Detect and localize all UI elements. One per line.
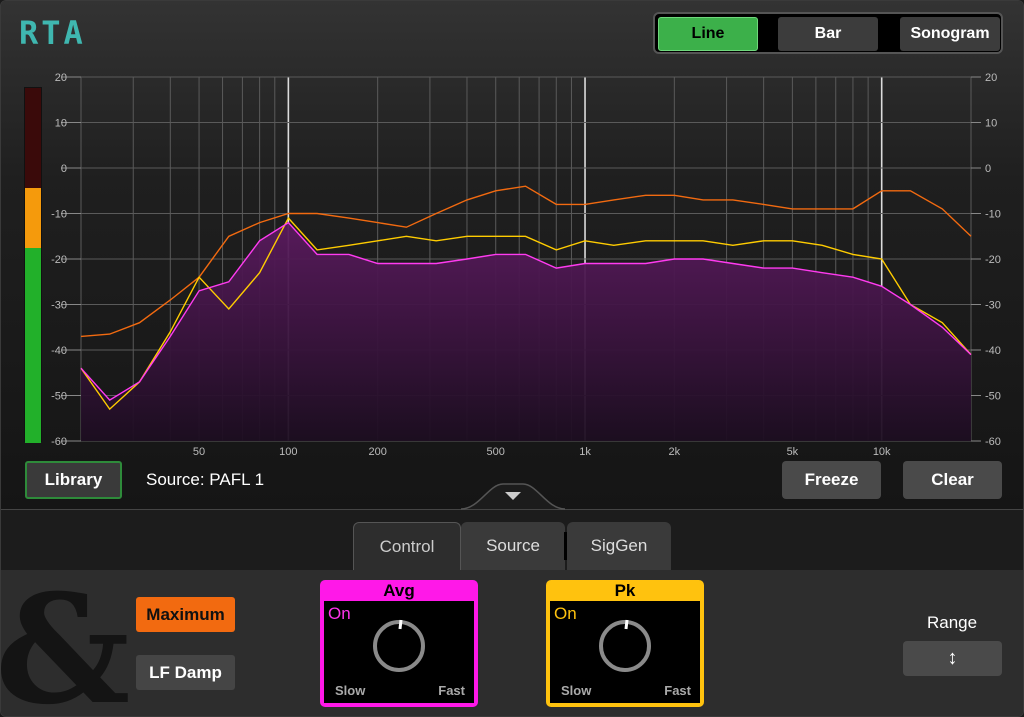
range-label: Range: [927, 613, 978, 632]
x-tick-label: 5k: [787, 446, 799, 458]
y-tick-label-left: 10: [55, 118, 67, 130]
lf-damp-button[interactable]: LF Damp: [136, 655, 235, 690]
avg-speed-knob[interactable]: [368, 615, 430, 677]
y-tick-label-left: 20: [55, 72, 67, 84]
collapse-handle[interactable]: [461, 476, 565, 510]
control-panel: [1, 570, 1023, 716]
y-tick-label-left: -10: [51, 209, 67, 221]
avg-slow-label: Slow: [335, 683, 366, 698]
y-tick-label-right: -60: [985, 436, 1001, 448]
avg-on-toggle[interactable]: On: [328, 604, 351, 624]
line-mode-button[interactable]: Line: [658, 17, 758, 51]
spectrum-plot: 20 2010 100 0-10 -10-20 -20-30 -30-40 -40-50 -50…: [51, 72, 1001, 458]
y-tick-label-right: -10: [985, 209, 1001, 221]
display-mode-selector: Line Bar Sonogram: [653, 12, 1003, 54]
y-tick-label-right: -50: [985, 391, 1001, 403]
pk-speed-knob[interactable]: [594, 615, 656, 677]
bar-mode-button[interactable]: Bar: [778, 17, 878, 51]
y-tick-label-left: -60: [51, 436, 67, 448]
pk-fast-label: Fast: [664, 683, 691, 698]
source-label: Source: PAFL 1: [146, 470, 265, 489]
pk-control: Pk On Slow Fast: [546, 580, 704, 707]
y-tick-label-right: 0: [985, 163, 991, 175]
x-tick-label: 1k: [579, 446, 591, 458]
tab-siggen[interactable]: SigGen: [567, 522, 671, 570]
avg-title: Avg: [383, 581, 415, 600]
brand-watermark: &: [0, 562, 131, 717]
tab-control[interactable]: Control: [353, 522, 461, 570]
avg-fast-label: Fast: [438, 683, 465, 698]
y-tick-label-right: 10: [985, 118, 997, 130]
pk-slow-label: Slow: [561, 683, 592, 698]
y-tick-label-right: 20: [985, 72, 997, 84]
maximum-button[interactable]: Maximum: [136, 597, 235, 632]
avg-control: Avg On Slow Fast: [320, 580, 478, 707]
y-tick-label-right: -20: [985, 254, 1001, 266]
rta-window: RTA Line Bar Sonogram 20 20 10 10 0 0 -10 -10 -2…: [0, 0, 1024, 717]
clear-button[interactable]: Clear: [903, 461, 1002, 499]
y-tick-label-left: -40: [51, 345, 67, 357]
app-logo: RTA: [19, 14, 86, 52]
pk-on-toggle[interactable]: On: [554, 604, 577, 624]
sonogram-mode-button[interactable]: Sonogram: [900, 17, 1000, 51]
x-tick-label: 100: [279, 446, 297, 458]
x-tick-label: 50: [193, 446, 205, 458]
tab-bar: Control Source SigGen: [1, 510, 1023, 570]
x-tick-label: 10k: [873, 446, 891, 458]
pk-title: Pk: [614, 581, 636, 600]
y-tick-label-left: -20: [51, 254, 67, 266]
y-tick-label-left: 0: [61, 163, 67, 175]
y-tick-label-right: -40: [985, 345, 1001, 357]
x-tick-label: 2k: [669, 446, 681, 458]
tab-source[interactable]: Source: [461, 522, 565, 570]
x-tick-label: 200: [368, 446, 386, 458]
y-tick-label-right: -30: [985, 300, 1001, 312]
range-button[interactable]: ↕: [903, 641, 1002, 676]
up-down-arrow-icon: ↕: [947, 647, 958, 669]
freeze-button[interactable]: Freeze: [782, 461, 881, 499]
y-tick-label-left: -50: [51, 391, 67, 403]
x-tick-label: 500: [487, 446, 505, 458]
library-button[interactable]: Library: [25, 461, 122, 499]
y-tick-label-left: -30: [51, 300, 67, 312]
